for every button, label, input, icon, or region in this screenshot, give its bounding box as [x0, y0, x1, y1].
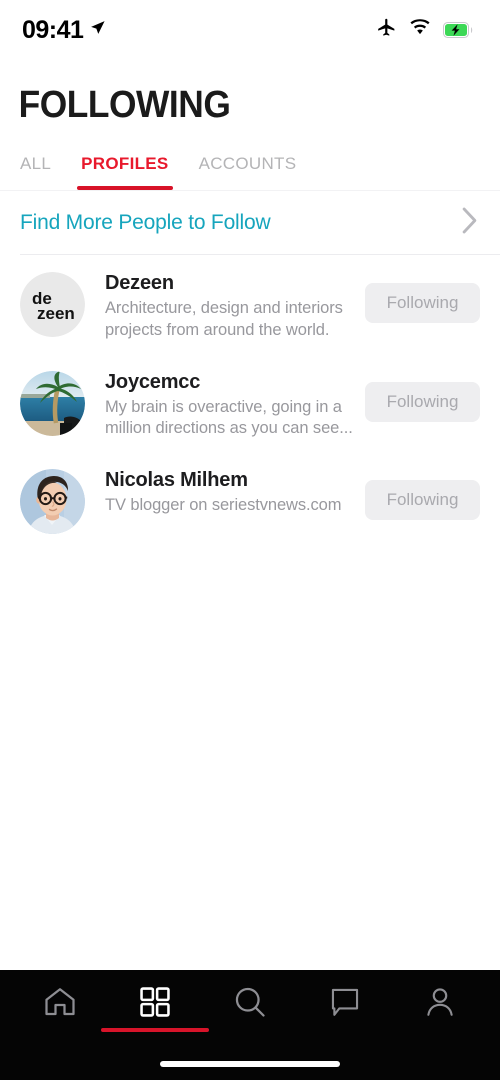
tab-profiles[interactable]: PROFILES — [77, 154, 174, 190]
status-bar-left: 09:41 — [22, 16, 106, 45]
list-item-text: Joycemcc My brain is overactive, going i… — [85, 368, 365, 441]
list-item[interactable]: Nicolas Milhem TV blogger on seriestvnew… — [0, 452, 500, 548]
list-item-text: Nicolas Milhem TV blogger on seriestvnew… — [85, 466, 365, 517]
list-item[interactable]: de zeen Dezeen Architecture, design and … — [0, 255, 500, 354]
profile-person-icon — [423, 985, 457, 1024]
status-bar: 09:41 — [0, 0, 500, 60]
status-bar-time: 09:41 — [22, 15, 84, 44]
location-arrow-icon — [89, 19, 106, 41]
list-item-name: Joycemcc — [105, 370, 201, 393]
search-icon — [232, 984, 268, 1025]
status-bar-right — [376, 17, 474, 43]
list-item-description: Architecture, design and interiors proje… — [105, 299, 343, 339]
battery-charging-icon — [443, 22, 474, 38]
home-icon — [42, 984, 78, 1025]
nav-item-profile[interactable] — [404, 974, 476, 1034]
tab-all[interactable]: ALL — [20, 154, 51, 190]
list-item-text: Dezeen Architecture, design and interior… — [85, 269, 365, 342]
grid-icon — [138, 985, 172, 1024]
page-title: FOLLOWING — [18, 84, 231, 126]
nav-item-home[interactable] — [24, 974, 96, 1034]
beach-photo-avatar — [20, 370, 85, 436]
list-item-description: TV blogger on seriestvnews.com — [105, 496, 342, 515]
chevron-right-icon — [461, 207, 478, 239]
man-illustration-avatar — [20, 469, 85, 535]
tab-bar: ALL PROFILES ACCOUNTS — [0, 124, 500, 190]
list-item[interactable]: Joycemcc My brain is overactive, going i… — [0, 354, 500, 453]
find-more-people-row[interactable]: Find More People to Follow — [0, 191, 500, 254]
nav-item-search[interactable] — [214, 974, 286, 1034]
chat-bubble-icon — [328, 985, 362, 1024]
following-button[interactable]: Following — [365, 480, 480, 521]
airplane-mode-icon — [376, 17, 397, 43]
tab-accounts[interactable]: ACCOUNTS — [199, 154, 297, 190]
dezeen-logo-avatar: de zeen — [20, 272, 85, 337]
find-more-people-label: Find More People to Follow — [20, 210, 271, 234]
following-list: de zeen Dezeen Architecture, design and … — [0, 255, 500, 970]
svg-text:zeen: zeen — [37, 304, 75, 323]
following-button[interactable]: Following — [365, 381, 480, 422]
wifi-icon — [409, 19, 431, 41]
bottom-nav-items — [0, 970, 500, 1038]
bottom-navigation-bar — [0, 970, 500, 1080]
nav-item-chat[interactable] — [309, 974, 381, 1034]
nav-item-grid[interactable] — [100, 974, 209, 1034]
list-item-description: My brain is overactive, going in a milli… — [105, 397, 353, 438]
home-indicator — [160, 1061, 340, 1067]
following-button[interactable]: Following — [365, 283, 480, 323]
list-item-name: Dezeen — [105, 272, 174, 294]
list-item-name: Nicolas Milhem — [105, 469, 248, 492]
phone-screen: 09:41 FOLLOWING ALL PROFILES ACCOUNTS Fi… — [0, 0, 500, 1080]
